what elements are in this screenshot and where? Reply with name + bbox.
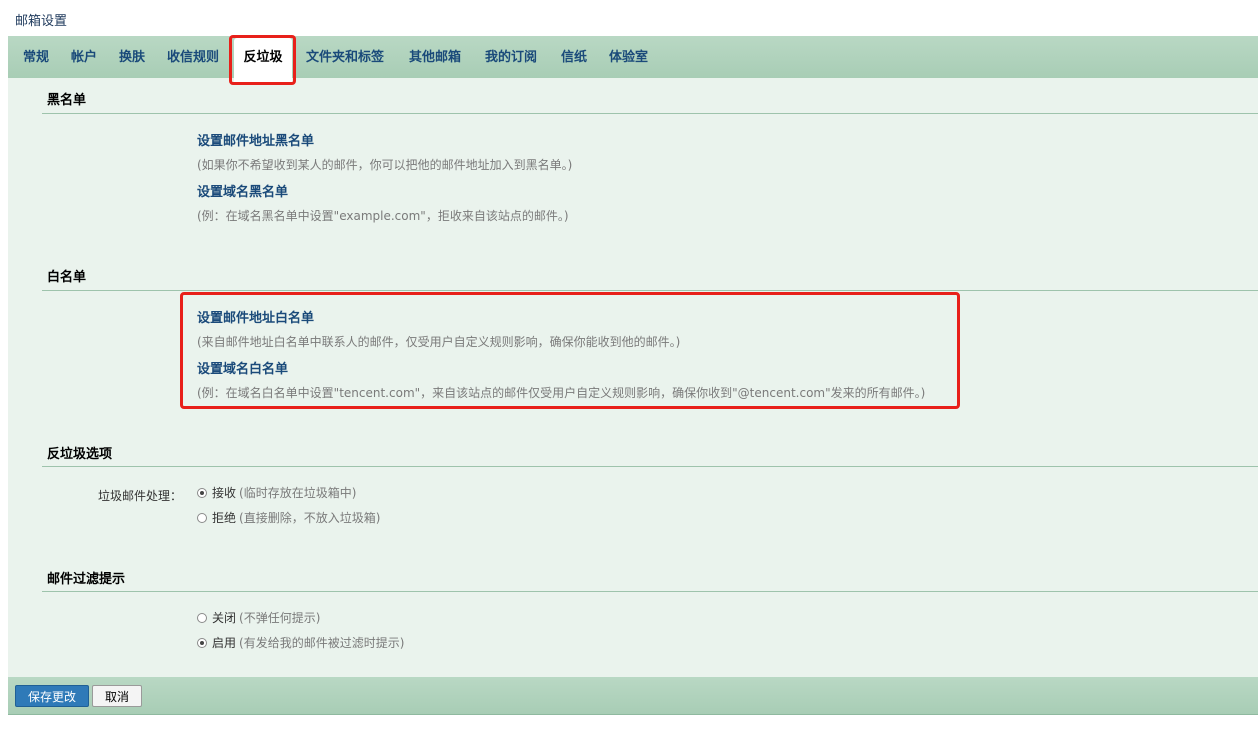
antispam-options-title: 反垃圾选项 xyxy=(47,447,113,462)
tab-stationery[interactable]: 信纸 xyxy=(561,36,587,78)
tab-antispam[interactable]: 反垃圾 xyxy=(234,38,292,82)
settings-tabbar: 常规 帐户 换肤 收信规则 反垃圾 文件夹和标签 其他邮箱 我的订阅 信纸 体验… xyxy=(8,36,1258,82)
domain-blacklist-desc: (例：在域名黑名单中设置"example.com"，拒收来自该站点的邮件。) xyxy=(197,209,569,223)
domain-blacklist-link[interactable]: 设置域名黑名单 xyxy=(197,181,288,200)
radio-unchecked-icon xyxy=(197,512,207,523)
address-whitelist-desc: (来自邮件地址白名单中联系人的邮件，仅受用户自定义规则影响，确保你能收到他的邮件… xyxy=(197,335,681,349)
tab-folders-labels[interactable]: 文件夹和标签 xyxy=(306,36,384,78)
section-divider xyxy=(42,290,1258,291)
tab-lab[interactable]: 体验室 xyxy=(609,36,648,78)
tab-subscriptions[interactable]: 我的订阅 xyxy=(485,36,537,78)
section-divider xyxy=(42,113,1258,114)
page-title: 邮箱设置 xyxy=(15,14,68,29)
filter-tip-title: 邮件过滤提示 xyxy=(47,572,126,587)
radio-checked-icon xyxy=(197,637,207,648)
section-divider xyxy=(42,466,1258,467)
filter-tip-on-note: (有发给我的邮件被过滤时提示) xyxy=(239,636,405,650)
settings-panel: 常规 帐户 换肤 收信规则 反垃圾 文件夹和标签 其他邮箱 我的订阅 信纸 体验… xyxy=(8,36,1258,714)
blacklist-title: 黑名单 xyxy=(47,93,87,108)
tab-account[interactable]: 帐户 xyxy=(71,36,97,78)
domain-whitelist-desc: (例：在域名白名单中设置"tencent.com"，来自该站点的邮件仅受用户自定… xyxy=(197,386,926,400)
filter-tip-off-radio[interactable]: 关闭 (不弹任何提示) xyxy=(197,609,320,626)
filter-tip-off-label: 关闭 xyxy=(212,611,237,625)
whitelist-title: 白名单 xyxy=(47,270,87,285)
spam-accept-label: 接收 xyxy=(212,486,237,500)
radio-unchecked-icon xyxy=(197,612,207,623)
spam-reject-label: 拒绝 xyxy=(212,511,237,525)
save-button[interactable]: 保存更改 xyxy=(15,685,89,707)
filter-tip-on-radio[interactable]: 启用 (有发给我的邮件被过滤时提示) xyxy=(197,634,404,651)
domain-whitelist-link[interactable]: 设置域名白名单 xyxy=(197,358,288,377)
filter-tip-off-note: (不弹任何提示) xyxy=(239,611,321,625)
filter-tip-on-label: 启用 xyxy=(212,636,237,650)
tab-other-mailbox[interactable]: 其他邮箱 xyxy=(409,36,461,78)
address-blacklist-desc: (如果你不希望收到某人的邮件，你可以把他的邮件地址加入到黑名单。) xyxy=(197,158,573,172)
tab-general[interactable]: 常规 xyxy=(23,36,49,78)
spam-reject-radio[interactable]: 拒绝 (直接删除，不放入垃圾箱) xyxy=(197,509,380,526)
footer-toolbar: 保存更改 取消 xyxy=(8,677,1258,715)
radio-checked-icon xyxy=(197,487,207,498)
spam-reject-note: (直接删除，不放入垃圾箱) xyxy=(239,511,381,525)
cancel-button[interactable]: 取消 xyxy=(92,685,142,707)
address-blacklist-link[interactable]: 设置邮件地址黑名单 xyxy=(197,130,314,149)
spam-handling-label: 垃圾邮件处理： xyxy=(98,489,183,503)
spam-accept-radio[interactable]: 接收 (临时存放在垃圾箱中) xyxy=(197,484,356,501)
spam-accept-note: (临时存放在垃圾箱中) xyxy=(239,486,357,500)
address-whitelist-link[interactable]: 设置邮件地址白名单 xyxy=(197,307,314,326)
section-divider xyxy=(42,591,1258,592)
tab-skin[interactable]: 换肤 xyxy=(119,36,145,78)
tab-receive-rules[interactable]: 收信规则 xyxy=(167,36,219,78)
